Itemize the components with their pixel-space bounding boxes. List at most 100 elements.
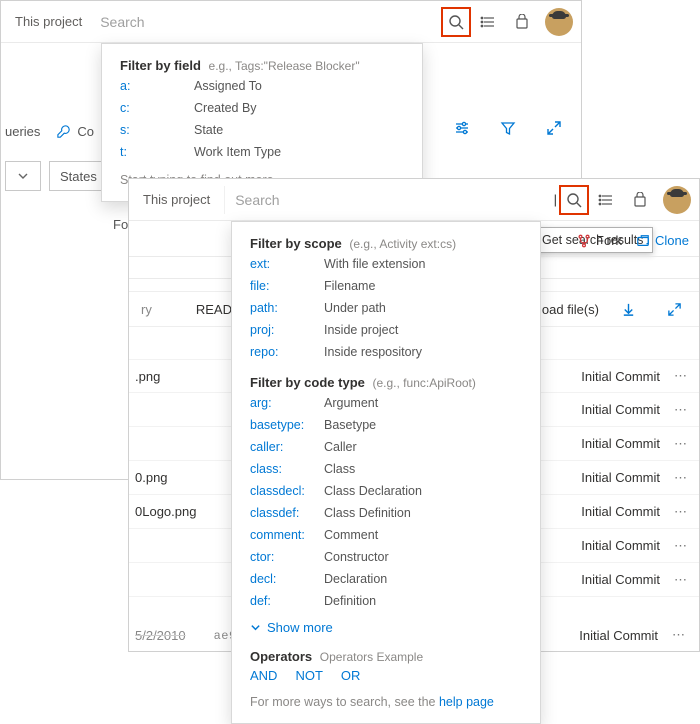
filter-key: proj: — [250, 321, 324, 339]
filter-title: Filter by field — [120, 58, 201, 73]
filter-value: Basetype — [324, 416, 376, 434]
filter-row[interactable]: basetype:Basetype — [250, 416, 522, 434]
settings-sliders-icon[interactable] — [445, 111, 479, 145]
filter-key: ctor: — [250, 548, 324, 566]
filter-row[interactable]: def:Definition — [250, 592, 522, 610]
search-input[interactable] — [96, 8, 441, 36]
more-icon[interactable]: ⋯ — [670, 470, 691, 486]
filter-row[interactable]: t:Work Item Type — [120, 143, 404, 161]
bag-icon[interactable] — [505, 5, 539, 39]
avatar[interactable] — [545, 8, 573, 36]
scope-label[interactable]: This project — [1, 14, 96, 29]
filter-key: decl: — [250, 570, 324, 588]
back-toolbar-right — [445, 111, 571, 145]
filter-row[interactable]: a:Assigned To — [120, 77, 404, 95]
search-button[interactable] — [441, 7, 471, 37]
commit-msg: Initial Commit — [581, 402, 670, 417]
bag-icon[interactable] — [623, 183, 657, 217]
avatar[interactable] — [663, 186, 691, 214]
operator-not[interactable]: NOT — [295, 668, 322, 683]
search-icon — [566, 192, 582, 208]
list-icon[interactable] — [471, 5, 505, 39]
filter-value: Class — [324, 460, 355, 478]
more-icon[interactable]: ⋯ — [670, 572, 691, 588]
filter-key: basetype: — [250, 416, 324, 434]
filter-key: file: — [250, 277, 324, 295]
filter-value: Comment — [324, 526, 378, 544]
commit-msg: Initial Commit — [581, 470, 670, 485]
expand-icon[interactable] — [537, 111, 571, 145]
download-icon[interactable] — [611, 292, 645, 326]
filter-value: Definition — [324, 592, 376, 610]
commit-msg: Initial Commit — [581, 572, 670, 587]
filter-row[interactable]: decl:Declaration — [250, 570, 522, 588]
filter-row[interactable]: ext:With file extension — [250, 255, 522, 273]
more-icon[interactable]: ⋯ — [670, 504, 691, 520]
filter-row[interactable]: classdef:Class Definition — [250, 504, 522, 522]
filter-key: def: — [250, 592, 324, 610]
filter-key: repo: — [250, 343, 324, 361]
filter-value: Argument — [324, 394, 378, 412]
customize-button[interactable]: Co — [48, 116, 102, 146]
queries-fragment[interactable]: ueries — [5, 124, 40, 139]
more-icon[interactable]: ⋯ — [670, 402, 691, 418]
filter-row[interactable]: ctor:Constructor — [250, 548, 522, 566]
filter-value: Declaration — [324, 570, 387, 588]
filter-key: path: — [250, 299, 324, 317]
back-toolbar-left: ueries Co — [1, 116, 102, 146]
commit-msg[interactable]: Initial Commit — [579, 628, 660, 643]
filter-key: t: — [120, 143, 194, 161]
filter-value: Assigned To — [194, 77, 262, 95]
operator-or[interactable]: OR — [341, 668, 361, 683]
filter-value: Inside respository — [324, 343, 422, 361]
filter-key: classdef: — [250, 504, 324, 522]
history-tail[interactable]: ry — [135, 302, 152, 317]
filter-row[interactable]: comment:Comment — [250, 526, 522, 544]
filter-row[interactable]: repo:Inside respository — [250, 343, 522, 361]
ops-example: Operators Example — [320, 650, 423, 664]
filter-row[interactable]: c:Created By — [120, 99, 404, 117]
code-title: Filter by code type — [250, 375, 365, 390]
filter-row[interactable]: arg:Argument — [250, 394, 522, 412]
filter-key: comment: — [250, 526, 324, 544]
filter-row[interactable]: s:State — [120, 121, 404, 139]
back-searchbar: This project — [1, 1, 581, 43]
filter-example: e.g., Tags:"Release Blocker" — [209, 59, 360, 73]
filter-row[interactable]: file:Filename — [250, 277, 522, 295]
expand-icon[interactable] — [657, 292, 691, 326]
filter-row[interactable]: caller:Caller — [250, 438, 522, 456]
filter-row[interactable]: classdecl:Class Declaration — [250, 482, 522, 500]
filter-value: State — [194, 121, 223, 139]
more-icon[interactable]: ⋯ — [668, 627, 689, 643]
commit-msg: Initial Commit — [581, 436, 670, 451]
more-icon[interactable]: ⋯ — [670, 368, 691, 384]
show-more[interactable]: Show more — [250, 620, 522, 635]
states-dropdown[interactable]: States — [49, 161, 108, 191]
filter-value: Inside project — [324, 321, 398, 339]
filter-icon[interactable] — [491, 111, 525, 145]
filter-key: classdecl: — [250, 482, 324, 500]
help-link[interactable]: help page — [439, 695, 494, 709]
operator-and[interactable]: AND — [250, 668, 277, 683]
filter-row[interactable]: proj:Inside project — [250, 321, 522, 339]
filter-value: Constructor — [324, 548, 389, 566]
front-window: This project | Get search results Fork C… — [128, 178, 700, 652]
operators-row: AND NOT OR — [250, 668, 522, 683]
search-icon — [448, 14, 464, 30]
filter-row[interactable]: class:Class — [250, 460, 522, 478]
filter-key: caller: — [250, 438, 324, 456]
search-input[interactable] — [224, 186, 547, 214]
dropdown-generic[interactable] — [5, 161, 41, 191]
fo-fragment: Fo — [113, 217, 128, 232]
filter-row[interactable]: path:Under path — [250, 299, 522, 317]
commit-msg: Initial Commit — [581, 538, 670, 553]
filter-key: s: — [120, 121, 194, 139]
ops-title: Operators — [250, 649, 312, 664]
list-icon[interactable] — [589, 183, 623, 217]
more-icon[interactable]: ⋯ — [670, 538, 691, 554]
scope-title: Filter by scope — [250, 236, 342, 251]
filter-key: c: — [120, 99, 194, 117]
scope-label[interactable]: This project — [129, 192, 224, 207]
search-button[interactable] — [559, 185, 589, 215]
more-icon[interactable]: ⋯ — [670, 436, 691, 452]
